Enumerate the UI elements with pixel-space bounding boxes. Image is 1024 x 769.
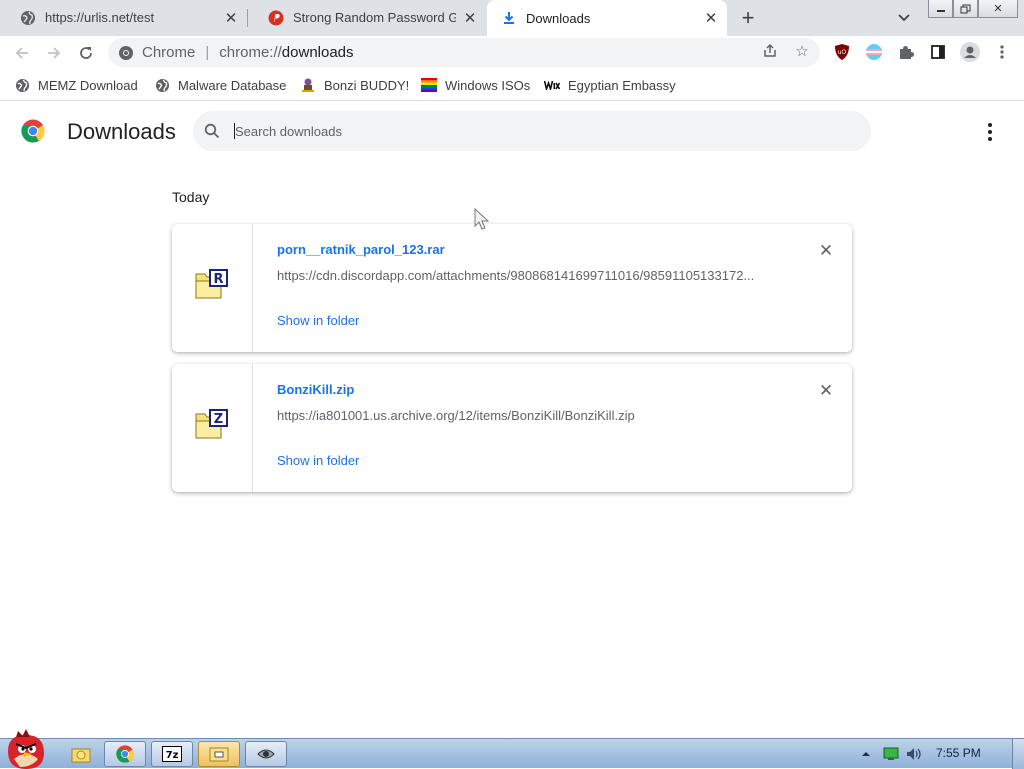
show-in-folder-link[interactable]: Show in folder — [277, 313, 359, 328]
rainbow-flag-icon — [421, 77, 437, 93]
globe-icon — [14, 77, 30, 93]
chevron-down-icon[interactable] — [894, 8, 914, 28]
volume-icon[interactable] — [905, 745, 925, 763]
tab-strip: https://urlis.net/test ✕ Strong Random P… — [0, 0, 1024, 36]
download-filename-link[interactable]: porn__ratnik_parol_123.rar — [277, 242, 445, 257]
remove-download-icon[interactable]: ✕ — [816, 241, 836, 261]
search-input[interactable] — [235, 121, 835, 141]
search-box[interactable] — [193, 111, 871, 151]
extensions-puzzle-icon[interactable] — [897, 43, 915, 61]
taskbar-clock[interactable]: 7:55 PM — [936, 746, 981, 760]
share-icon[interactable] — [761, 42, 779, 60]
section-label-today: Today — [172, 189, 210, 205]
close-tab-icon[interactable]: ✕ — [703, 10, 719, 27]
taskbar-chrome-icon[interactable] — [104, 741, 146, 767]
taskbar-archive-folder-icon[interactable] — [198, 741, 240, 767]
mouse-cursor-icon — [474, 208, 490, 230]
bookmark-memz-download[interactable]: MEMZ Download — [14, 75, 138, 95]
close-tab-icon[interactable]: ✕ — [462, 10, 478, 27]
show-desktop-button[interactable] — [1012, 739, 1024, 769]
text-caret — [234, 123, 235, 139]
taskbar-app-icon[interactable] — [245, 741, 287, 767]
star-icon[interactable]: ☆ — [793, 42, 811, 60]
remove-download-icon[interactable]: ✕ — [816, 381, 836, 401]
file-icon-column: R — [172, 224, 253, 352]
bookmarks-bar: MEMZ Download Malware Database Bonzi BUD… — [0, 69, 1024, 101]
tab-urlis[interactable]: https://urlis.net/test ✕ — [0, 0, 247, 35]
url-text: chrome://downloads — [219, 44, 354, 61]
tab-password-generator[interactable]: Strong Random Password Gen ✕ — [248, 0, 486, 35]
menu-kebab-icon[interactable] — [993, 43, 1011, 61]
network-icon[interactable] — [882, 745, 900, 763]
restore-icon[interactable] — [953, 0, 978, 18]
download-icon — [501, 10, 517, 26]
bonzi-icon — [300, 77, 316, 93]
download-item: Z BonziKill.zip https://ia801001.us.arch… — [172, 364, 852, 492]
trans-flag-extension-icon[interactable] — [865, 43, 883, 61]
download-url[interactable]: https://ia801001.us.archive.org/12/items… — [277, 408, 777, 423]
download-url[interactable]: https://cdn.discordapp.com/attachments/9… — [277, 268, 777, 283]
angry-bird-start-icon[interactable] — [2, 729, 50, 769]
wix-icon — [544, 77, 560, 93]
svg-text:R: R — [213, 272, 223, 287]
close-tab-icon[interactable]: ✕ — [223, 10, 239, 27]
file-icon-column: Z — [172, 364, 253, 492]
profile-avatar-icon[interactable] — [960, 42, 980, 62]
taskbar-7zip-icon[interactable]: 7z — [151, 741, 193, 767]
svg-text:Z: Z — [214, 412, 223, 427]
chrome-logo-icon — [21, 119, 45, 143]
svg-text:7z: 7z — [166, 750, 179, 761]
minimize-icon[interactable] — [928, 0, 953, 18]
divider: | — [205, 44, 210, 61]
bookmark-egyptian-embassy[interactable]: Egyptian Embassy — [544, 75, 676, 95]
new-tab-icon[interactable]: + — [736, 5, 760, 30]
ublock-icon[interactable]: uO — [833, 43, 851, 61]
bookmark-label: Windows ISOs — [445, 77, 531, 93]
bookmark-label: MEMZ Download — [38, 77, 138, 93]
rar-archive-icon: R — [195, 269, 228, 299]
search-icon — [204, 123, 220, 139]
page-title: Downloads — [67, 119, 176, 144]
zip-archive-icon: Z — [195, 409, 228, 439]
download-item: R porn__ratnik_parol_123.rar https://cdn… — [172, 224, 852, 352]
globe-icon — [20, 10, 36, 26]
toolbar: Chrome | chrome://downloads ☆ uO — [0, 36, 1024, 69]
tab-title: https://urlis.net/test — [45, 10, 155, 25]
side-panel-icon[interactable] — [929, 43, 947, 61]
bookmark-bonzi-buddy[interactable]: Bonzi BUDDY! — [300, 75, 409, 95]
bookmark-windows-isos[interactable]: Windows ISOs — [421, 75, 530, 95]
tab-title: Downloads — [526, 10, 591, 26]
show-hidden-icons-icon[interactable] — [860, 745, 872, 763]
show-in-folder-link[interactable]: Show in folder — [277, 453, 359, 468]
forward-icon[interactable] — [41, 40, 67, 66]
taskbar: 7z 7:55 PM — [0, 729, 1024, 769]
download-filename-link[interactable]: BonziKill.zip — [277, 382, 354, 397]
bookmark-label: Malware Database — [178, 77, 287, 93]
reload-icon[interactable] — [73, 40, 99, 66]
close-window-icon[interactable]: ✕ — [978, 0, 1018, 18]
more-actions-icon[interactable] — [980, 120, 1000, 144]
taskbar-explorer-icon[interactable] — [60, 741, 102, 767]
downloads-page: Downloads Today R porn__ratnik_parol_123… — [0, 102, 1024, 738]
address-bar[interactable]: Chrome | chrome://downloads — [108, 38, 820, 67]
bookmark-malware-database[interactable]: Malware Database — [154, 75, 286, 95]
tab-downloads[interactable]: Downloads ✕ — [487, 0, 727, 36]
bookmark-label: Egyptian Embassy — [568, 77, 676, 93]
chrome-page-icon — [119, 45, 133, 60]
globe-icon — [154, 77, 170, 93]
back-icon[interactable] — [9, 40, 35, 66]
svg-text:uO: uO — [838, 49, 847, 56]
password-generator-icon — [268, 10, 284, 26]
tab-title: Strong Random Password Gen — [293, 10, 456, 25]
scheme-label: Chrome — [142, 44, 196, 61]
bookmark-label: Bonzi BUDDY! — [324, 77, 410, 93]
